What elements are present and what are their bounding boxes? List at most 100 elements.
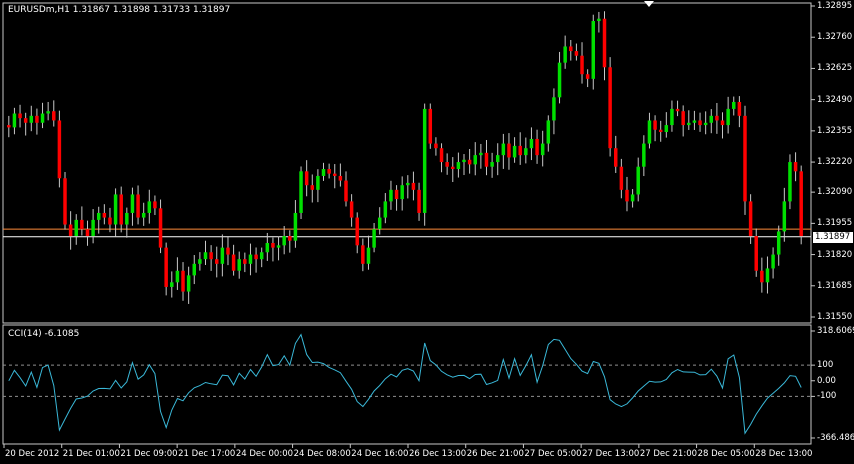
- bearish-candle: [411, 182, 416, 190]
- bullish-candle: [248, 254, 253, 264]
- bullish-candle: [125, 212, 129, 225]
- bullish-candle: [276, 245, 281, 248]
- bearish-candle: [569, 46, 573, 52]
- bullish-candle: [771, 254, 775, 269]
- bearish-candle: [428, 108, 433, 144]
- bullish-candle: [687, 122, 691, 126]
- bullish-candle: [512, 145, 517, 158]
- time-axis-label: 24 Dec 08:00: [293, 449, 351, 459]
- bullish-candle: [282, 236, 286, 246]
- bearish-candle: [793, 162, 798, 172]
- bearish-candle: [574, 51, 579, 56]
- price-axis-label: 1.31820: [817, 249, 853, 260]
- bearish-candle: [57, 120, 62, 179]
- bullish-candle: [40, 113, 45, 123]
- bearish-candle: [625, 189, 629, 202]
- bullish-candle: [29, 115, 34, 123]
- bearish-candle: [698, 120, 702, 126]
- bearish-candle: [181, 270, 185, 292]
- bearish-candle: [7, 125, 11, 128]
- bullish-candle: [91, 219, 95, 237]
- bullish-candle: [703, 122, 708, 126]
- time-axis-label: 26 Dec 21:00: [466, 449, 524, 459]
- chart-symbol-ohlc: EURUSDm,H1 1.31867 1.31898 1.31733 1.318…: [8, 5, 231, 15]
- bearish-candle: [243, 259, 247, 264]
- cci-axis-label: 100: [817, 360, 834, 371]
- bearish-candle: [355, 217, 359, 246]
- bearish-candle: [68, 224, 73, 237]
- bullish-candle: [529, 138, 534, 149]
- bullish-candle: [321, 169, 326, 176]
- cci-axis-label: -366.4865: [817, 433, 854, 443]
- bullish-candle: [175, 270, 180, 283]
- bullish-candle: [220, 247, 225, 264]
- bearish-candle: [271, 243, 275, 248]
- bullish-candle: [383, 201, 388, 218]
- bullish-candle: [299, 171, 303, 213]
- bullish-candle: [198, 259, 202, 264]
- bearish-candle: [535, 138, 539, 156]
- price-axis-label: 1.32355: [817, 125, 853, 136]
- bearish-candle: [608, 67, 612, 149]
- time-axis-label: 24 Dec 16:00: [351, 449, 409, 459]
- bullish-candle: [293, 212, 298, 241]
- bullish-candle: [12, 113, 17, 128]
- time-axis-label: 28 Dec 13:00: [755, 449, 813, 459]
- bearish-candle: [451, 166, 455, 170]
- bullish-candle: [557, 62, 562, 98]
- time-axis-label: 27 Dec 05:00: [524, 449, 582, 459]
- trading-chart[interactable]: EURUSDm,H1 1.31867 1.31898 1.31733 1.318…: [0, 0, 854, 464]
- time-axis-label: 20 Dec 2012: [5, 449, 60, 459]
- bullish-candle: [141, 212, 146, 218]
- current-price-label: 1.31897: [813, 231, 853, 243]
- bullish-candle: [456, 162, 461, 170]
- bearish-candle: [304, 171, 309, 186]
- bullish-candle: [406, 182, 410, 186]
- bearish-candle: [164, 247, 168, 287]
- bullish-candle: [422, 108, 427, 213]
- candlestick-chart-canvas[interactable]: [0, 0, 854, 464]
- bearish-candle: [158, 208, 163, 248]
- bullish-candle: [630, 194, 635, 202]
- cci-line: [8, 333, 802, 435]
- price-axis-label: 1.32090: [817, 187, 853, 198]
- bearish-candle: [799, 171, 803, 237]
- bearish-candle: [760, 270, 764, 283]
- bullish-candle: [597, 18, 601, 22]
- bullish-candle: [316, 175, 320, 190]
- time-axis-label: 27 Dec 21:00: [639, 449, 698, 459]
- bearish-candle: [417, 189, 421, 213]
- bullish-candle: [726, 108, 730, 126]
- cci-indicator-title: CCI(14) -6.1085: [8, 329, 80, 339]
- bearish-candle: [327, 169, 331, 174]
- bullish-candle: [664, 125, 669, 133]
- time-axis-label: 21 Dec 17:00: [178, 449, 236, 459]
- bearish-candle: [349, 201, 354, 218]
- chart-shift-marker-icon[interactable]: [644, 1, 656, 9]
- bullish-candle: [636, 166, 640, 195]
- bullish-candle: [400, 185, 404, 200]
- cci-axis-label: -100: [817, 391, 837, 402]
- time-axis-label: 24 Dec 00:00: [235, 449, 294, 459]
- bearish-candle: [619, 166, 624, 190]
- bullish-candle: [462, 159, 466, 163]
- bearish-candle: [681, 111, 685, 126]
- bullish-candle: [709, 115, 714, 123]
- main-chart-frame: [2, 2, 812, 324]
- bearish-candle: [231, 254, 236, 271]
- bearish-candle: [310, 185, 315, 190]
- bullish-candle: [237, 259, 241, 271]
- bullish-candle: [765, 268, 770, 283]
- bullish-candle: [203, 252, 208, 260]
- bullish-candle: [670, 108, 674, 126]
- bullish-candle: [366, 247, 371, 264]
- time-axis-label: 26 Dec 13:00: [409, 449, 467, 459]
- cci-axis-label: 318.6069: [817, 326, 854, 336]
- bullish-candle: [490, 162, 494, 167]
- bearish-candle: [23, 118, 28, 123]
- bullish-candle: [479, 152, 483, 156]
- bearish-candle: [445, 162, 449, 167]
- bullish-candle: [130, 194, 135, 213]
- bearish-candle: [518, 145, 522, 156]
- price-axis-label: 1.32895: [817, 1, 853, 11]
